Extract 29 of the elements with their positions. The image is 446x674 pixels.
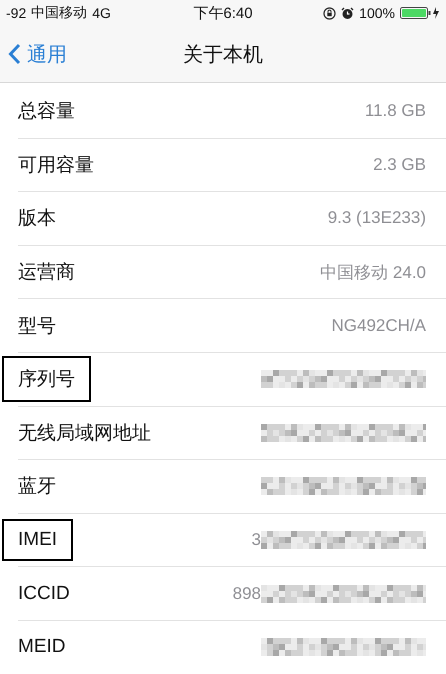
rotation-lock-icon [323,6,336,20]
page-title: 关于本机 [182,42,264,68]
signal-strength: -92 [6,5,26,21]
battery-percent: 100% [359,5,395,21]
row-value: 2.3 GB [373,154,426,175]
highlighted-label: IMEI [2,519,74,562]
row-label: 运营商 [18,261,75,286]
row-label: 版本 [18,207,56,232]
status-time: 下午6:40 [193,4,253,22]
alarm-icon [341,6,354,20]
battery-charging-icon [400,6,440,20]
row-label: 总容量 [18,100,75,124]
row-label: ICCID [18,582,70,606]
row-value: 中国移动 24.0 [320,262,426,284]
row-value: 898 [232,584,261,604]
row-label: 型号 [18,314,56,339]
row-value: 9.3 (13E233) [328,208,426,228]
chevron-left-icon [8,43,21,65]
back-button[interactable]: 通用 [0,40,67,68]
highlighted-label: 序列号 [2,356,91,402]
row-value: 3 [252,530,261,550]
row-label: MEID [18,635,66,660]
carrier-name: 中国移动 [31,4,88,22]
row-value: NG492CH/A [332,316,426,336]
row-label: 可用容量 [18,154,94,178]
row-value: 11.8 GB [364,101,426,122]
row-label: 蓝牙 [18,475,56,500]
row-label: 无线局域网地址 [18,422,151,446]
network-type: 4G [92,5,111,21]
